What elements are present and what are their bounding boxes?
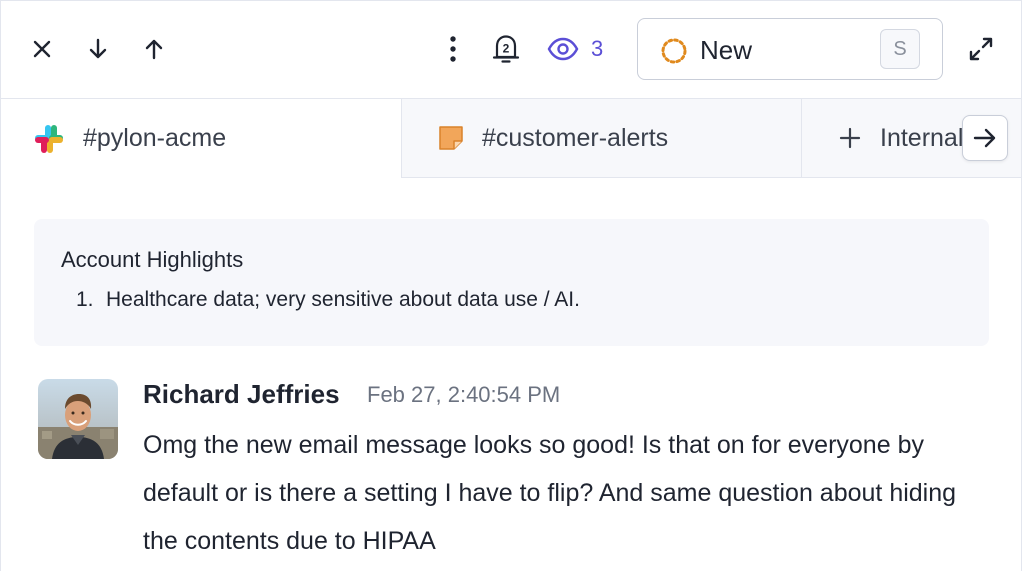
ticket-panel: 2 3 New S #pylon-acme #customer-alerts I… [0, 0, 1022, 571]
expand-icon[interactable] [966, 31, 996, 67]
watchers-button[interactable]: 3 [547, 31, 603, 67]
arrow-up-icon[interactable] [140, 31, 168, 67]
notification-badge: 2 [503, 42, 510, 56]
channel-tabs: #pylon-acme #customer-alerts Internal [1, 99, 1021, 178]
tabs-scroll-right-button[interactable] [962, 115, 1008, 161]
message-body: Omg the new email message looks so good!… [143, 431, 957, 555]
bell-icon[interactable]: 2 [490, 31, 522, 67]
status-shortcut: S [880, 29, 920, 69]
toolbar: 2 3 New S [1, 1, 1021, 99]
account-highlights: Account Highlights 1. Healthcare data; ve… [34, 219, 989, 346]
tab-label: Internal [880, 123, 964, 152]
tab-label: #customer-alerts [482, 123, 669, 152]
highlight-item-number: 1. [76, 288, 94, 311]
status-label: New [700, 35, 753, 65]
message-timestamp: Feb 27, 2:40:54 PM [367, 382, 561, 407]
arrow-down-icon[interactable] [84, 31, 112, 67]
more-vertical-icon[interactable] [439, 31, 467, 67]
tab-label: #pylon-acme [83, 124, 227, 152]
highlights-title: Account Highlights [61, 247, 244, 272]
highlight-item-text: Healthcare data; very sensitive about da… [106, 288, 580, 311]
status-select[interactable]: New S [637, 18, 943, 80]
avatar[interactable] [38, 379, 118, 459]
plus-icon [838, 126, 862, 150]
message-author[interactable]: Richard Jeffries [143, 379, 340, 410]
status-ring-icon [660, 37, 688, 70]
tab-customer-alerts[interactable]: #customer-alerts [401, 99, 801, 178]
watchers-count: 3 [591, 36, 604, 61]
slack-icon [33, 123, 65, 155]
close-icon[interactable] [28, 31, 56, 67]
tab-pylon-acme[interactable]: #pylon-acme [1, 99, 401, 178]
highlight-item: 1. Healthcare data; very sensitive about … [76, 288, 580, 312]
arrow-right-icon [972, 127, 998, 149]
eye-icon [547, 37, 579, 61]
note-icon [438, 125, 464, 151]
